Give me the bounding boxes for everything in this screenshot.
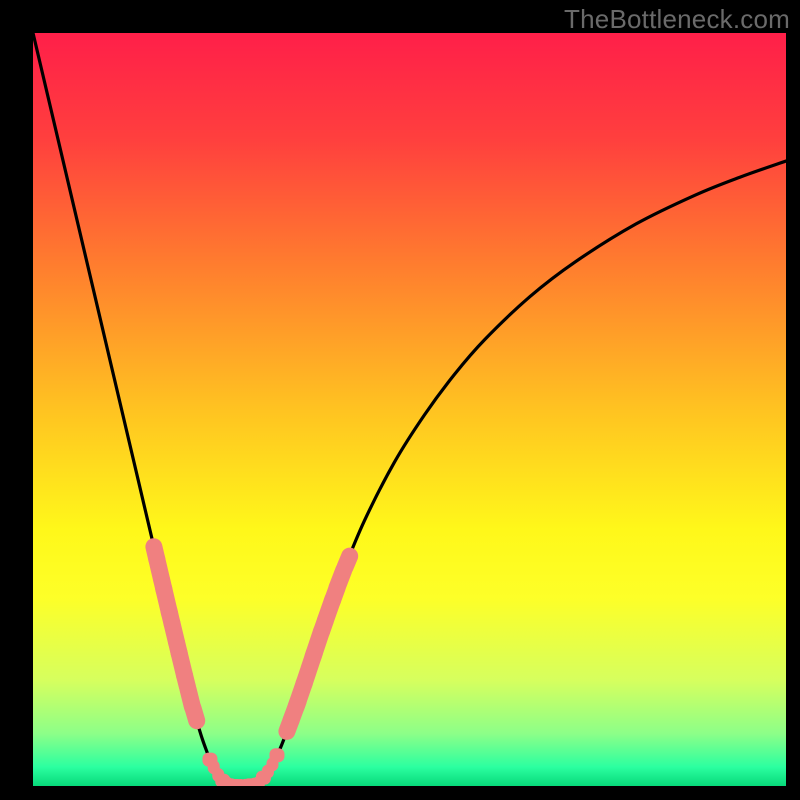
- plot-area: [33, 33, 786, 786]
- data-marker: [193, 708, 197, 720]
- data-marker: [345, 556, 350, 567]
- watermark-text: TheBottleneck.com: [564, 4, 790, 35]
- gradient-background: [33, 33, 786, 786]
- chart-frame: TheBottleneck.com: [0, 0, 800, 800]
- trough-marker: [269, 748, 284, 762]
- chart-svg: [33, 33, 786, 786]
